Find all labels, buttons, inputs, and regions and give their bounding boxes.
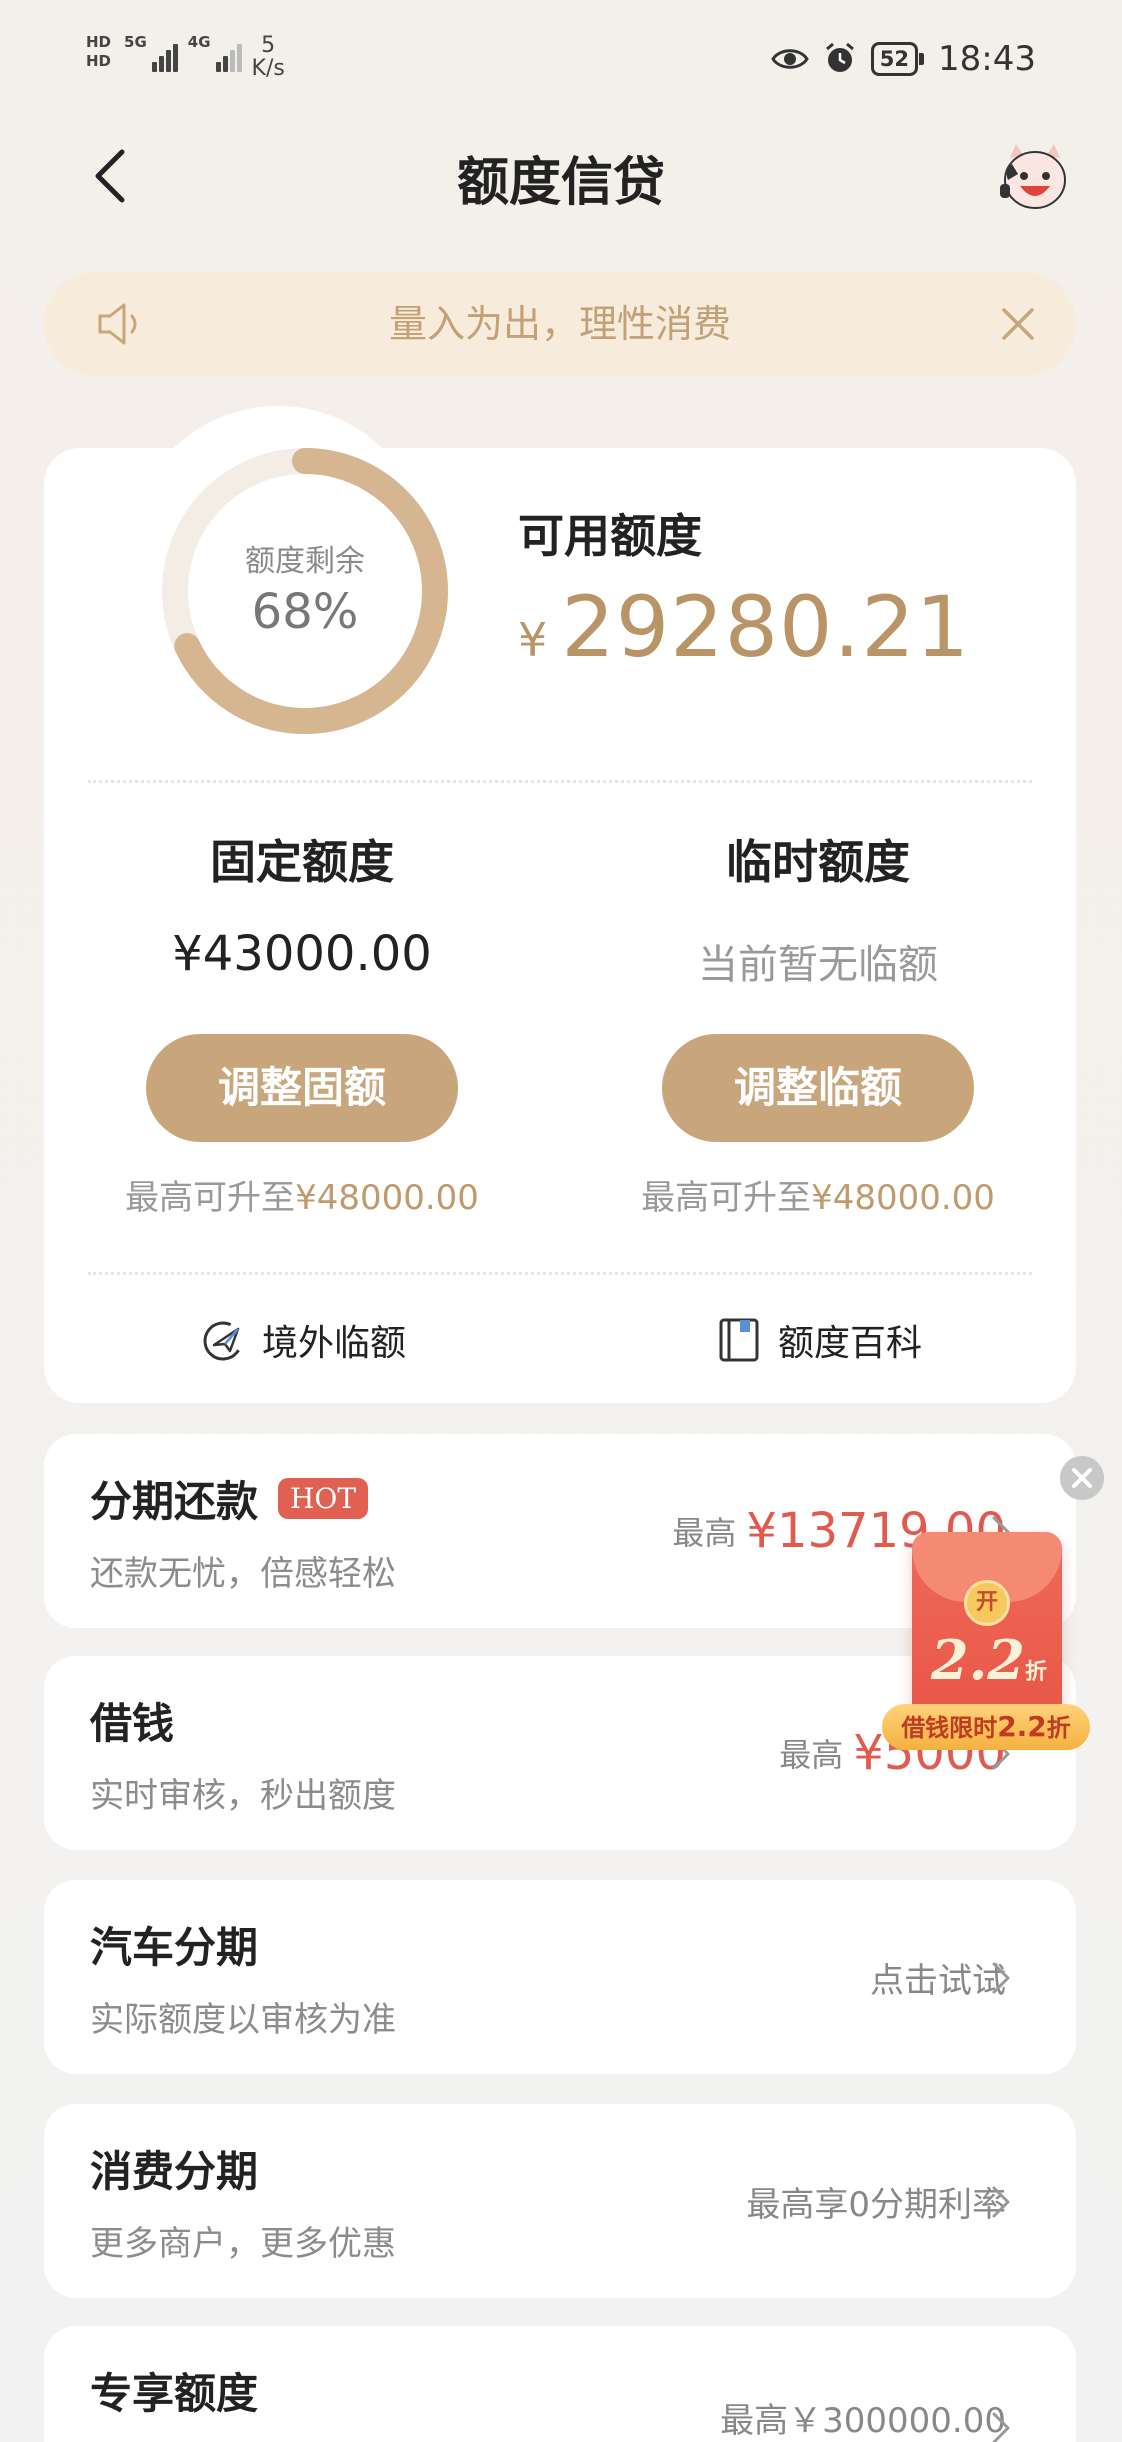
chevron-right-icon [992, 1962, 1010, 1994]
amount-prefix: 最高 [779, 1736, 844, 1774]
overseas-limit-label: 境外临额 [262, 1323, 407, 1364]
promo-discount: 2.2折 [924, 1628, 1054, 1692]
fixed-note: 最高可升至¥48000.00 [44, 1170, 560, 1219]
promo-tag: 借钱限时2.2折 [882, 1704, 1090, 1750]
overseas-limit-link[interactable]: 境外临额 [200, 1314, 406, 1366]
fixed-note-amount: ¥48000.00 [295, 1178, 479, 1218]
plane-icon [203, 1321, 243, 1361]
adjust-fixed-wrap: 调整固额 [146, 1034, 458, 1142]
item-title: 消费分期 [90, 2147, 259, 2196]
item-title-text: 分期还款 [90, 1477, 259, 1526]
adjust-temp-button[interactable]: 调整临额 [662, 1034, 974, 1142]
promo-close-icon[interactable] [1060, 1456, 1104, 1500]
item-subtitle: 还款无忧，倍感轻松 [90, 1554, 396, 1594]
chevron-right-icon [992, 2412, 1010, 2442]
limit-wiki-label: 额度百科 [778, 1323, 923, 1364]
item-title: 借钱 [90, 1699, 175, 1748]
adjust-fixed-button[interactable]: 调整固额 [146, 1034, 458, 1142]
net1-label: 5G [124, 33, 147, 51]
promo-tag-value: 2.2 [997, 1710, 1047, 1743]
fixed-title: 固定额度 [210, 835, 394, 889]
temp-title: 临时额度 [726, 835, 910, 889]
item-note-wrap: 点击试试 [870, 1880, 1006, 2074]
borrow-discount-promo[interactable]: 开 2.2折 借钱限时2.2折 [882, 1524, 1090, 1750]
promo-tag-prefix: 借钱限时 [901, 1714, 998, 1742]
battery-icon: 52 [870, 42, 925, 76]
item-note-wrap: 最高享0分期利率 [746, 2104, 1006, 2298]
divider [88, 1272, 1032, 1275]
sim2-label: HD [86, 51, 112, 70]
temp-note-amount: ¥48000.00 [811, 1178, 995, 1218]
speed-unit: K/s [251, 56, 285, 82]
temp-note-prefix: 最高可升至 [641, 1178, 812, 1218]
promo-discount-value: 2.2 [931, 1628, 1025, 1692]
fixed-note-prefix: 最高可升至 [125, 1178, 296, 1218]
fixed-value: ¥43000.00 [172, 926, 432, 982]
close-icon[interactable] [996, 302, 1040, 346]
page-title: 额度信贷 [456, 153, 665, 213]
mascot-icon[interactable] [996, 140, 1074, 214]
item-title: 分期还款 HOT [90, 1468, 369, 1529]
item-note: 点击试试 [870, 1960, 1006, 2001]
item-note: 最高享0分期利率 [746, 2184, 1006, 2225]
status-bar-left: HD HD 5G 4G 5 K/s [86, 34, 285, 80]
item-subtitle: 实时审核，秒出额度 [90, 1776, 396, 1816]
remaining-label: 额度剩余 [245, 544, 365, 579]
item-note: 最高￥300000.00 [720, 2400, 1006, 2441]
sim1-label: HD [86, 33, 112, 51]
temp-value: 当前暂无临额 [698, 942, 938, 988]
signal-5g-icon: 5G [124, 34, 178, 72]
available-label: 可用额度 [518, 509, 702, 563]
promo-tag-suffix: 折 [1046, 1714, 1071, 1742]
limit-wiki-link[interactable]: 额度百科 [716, 1314, 922, 1366]
item-title: 专享额度 [90, 2369, 259, 2418]
temp-note: 最高可升至¥48000.00 [560, 1170, 1076, 1219]
currency-symbol: ¥ [518, 613, 548, 667]
eye-icon [771, 49, 809, 69]
item-subtitle: 更多商户，更多优惠 [90, 2224, 396, 2264]
promo-coin: 开 [964, 1580, 1010, 1626]
net2-label: 4G [187, 33, 211, 51]
list-item-exclusive-limit[interactable]: 专享额度 最高￥300000.00 [44, 2326, 1076, 2442]
available-amount: ¥ 29280.21 [518, 578, 970, 676]
divider [88, 780, 1032, 783]
network-speed: 5 K/s [252, 34, 285, 80]
speed-value: 5 [261, 33, 276, 58]
notice-text: 量入为出，理性消费 [388, 302, 731, 346]
notice-bar: 量入为出，理性消费 [44, 272, 1076, 376]
remaining-percent: 68% [251, 584, 359, 640]
alarm-icon [825, 42, 854, 72]
clock: 18:43 [938, 39, 1036, 79]
hot-badge: HOT [278, 1478, 369, 1519]
signal-4g-icon: 4G [188, 34, 242, 72]
adjust-temp-wrap: 调整临额 [662, 1034, 974, 1142]
sim-indicators: HD HD [86, 34, 114, 69]
item-subtitle: 实际额度以审核为准 [90, 2000, 396, 2040]
item-note-wrap: 最高￥300000.00 [720, 2372, 1006, 2442]
item-title: 汽车分期 [90, 1923, 259, 1972]
book-icon [719, 1318, 759, 1362]
status-bar-right: 52 18:43 [771, 34, 1036, 84]
list-item-car-installment[interactable]: 汽车分期 实际额度以审核为准 点击试试 [44, 1880, 1076, 2074]
promo-discount-unit: 折 [1024, 1659, 1047, 1685]
chevron-right-icon [992, 2186, 1010, 2218]
amount-prefix: 最高 [672, 1514, 737, 1552]
available-amount-value: 29280.21 [561, 578, 971, 676]
list-item-consumer-installment[interactable]: 消费分期 更多商户，更多优惠 最高享0分期利率 [44, 2104, 1076, 2298]
